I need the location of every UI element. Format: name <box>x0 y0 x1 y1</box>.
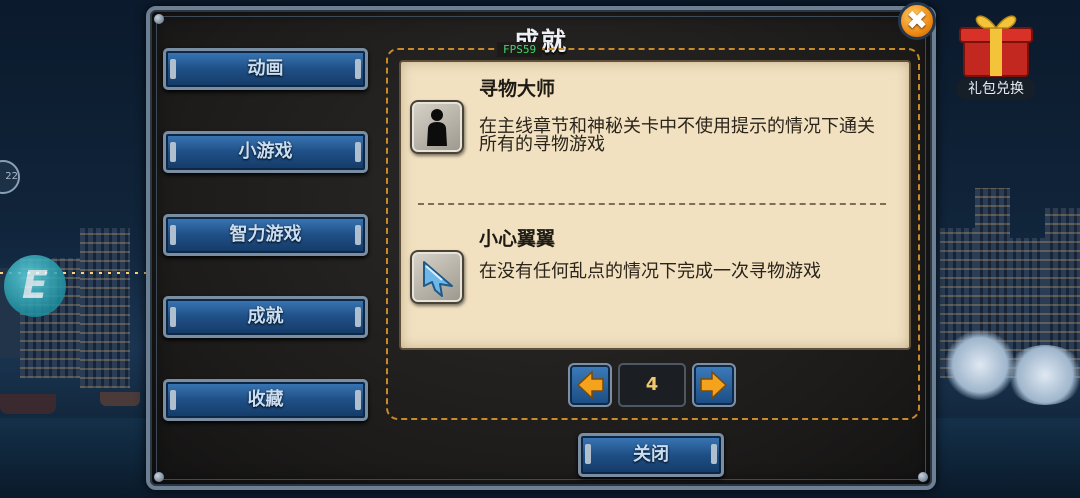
left-arrow-icon <box>576 370 604 400</box>
silhouette-icon <box>410 100 464 154</box>
sidebar-item-animation[interactable]: 动画 <box>163 48 368 90</box>
achievement-description: 在主线章节和神秘关卡中不使用提示的情况下通关所有的寻物游戏 <box>479 116 875 155</box>
right-arrow-icon <box>700 370 728 400</box>
achievement-divider <box>418 203 886 205</box>
achievement-name: 小心翼翼 <box>479 228 556 250</box>
achievement-name: 寻物大师 <box>479 78 556 100</box>
gift-redeem-button[interactable]: 礼包兑换 <box>950 6 1042 102</box>
close-button[interactable]: 关闭 <box>578 433 724 477</box>
boat <box>0 394 56 414</box>
sidebar-item-collection[interactable]: 收藏 <box>163 379 368 421</box>
achievement-description: 在没有任何乱点的情况下完成一次寻物游戏 <box>479 261 821 282</box>
e-badge-button[interactable]: E <box>4 255 66 317</box>
sidebar-item-puzzles[interactable]: 智力游戏 <box>163 214 368 256</box>
page-number: 4 <box>618 363 686 407</box>
gift-box-icon <box>959 15 1033 77</box>
prev-page-button[interactable] <box>568 363 612 407</box>
sidebar-item-minigames[interactable]: 小游戏 <box>163 131 368 173</box>
next-page-button[interactable] <box>692 363 736 407</box>
cursor-arrow-icon <box>410 250 464 304</box>
fps-counter: FPS59 <box>497 42 543 57</box>
boat <box>100 392 140 406</box>
close-icon[interactable]: ✖ <box>898 2 936 40</box>
sidebar-item-achievements[interactable]: 成就 <box>163 296 368 338</box>
achievement-list <box>399 60 911 350</box>
gift-redeem-label: 礼包兑换 <box>956 78 1036 100</box>
